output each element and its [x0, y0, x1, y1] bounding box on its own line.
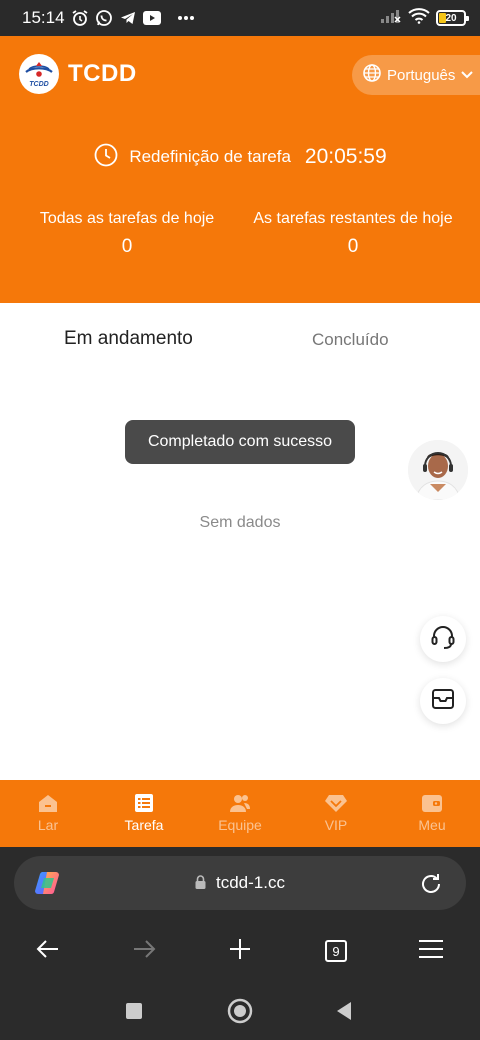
bottom-tab-bar: Lar Tarefa Equipe VIP Meu	[0, 780, 480, 847]
empty-state: Sem dados	[199, 514, 281, 531]
nav-label: Lar	[37, 817, 59, 833]
nav-label: Meu	[418, 817, 446, 833]
task-reset-row: Redefinição de tarefa 20:05:59	[0, 142, 480, 172]
inbox-icon	[430, 686, 456, 716]
wifi-icon	[408, 8, 430, 28]
tab-completed[interactable]: Concluído	[312, 330, 389, 350]
nav-vip[interactable]: VIP	[288, 780, 384, 847]
stat-label: Todas as tarefas de hoje	[39, 210, 215, 227]
url-text: tcdd-1.cc	[216, 873, 285, 892]
messages-button[interactable]	[420, 678, 466, 724]
triangle-back-icon	[335, 1001, 353, 1025]
success-toast: Completado com sucesso	[125, 420, 355, 464]
arrow-left-icon	[36, 939, 60, 963]
task-list-icon	[134, 793, 154, 817]
globe-icon	[362, 63, 382, 87]
reset-countdown: 20:05:59	[304, 145, 387, 168]
task-header: TCDD TCDD Português Redefinição de taref…	[0, 36, 480, 303]
chevron-down-icon	[460, 67, 474, 84]
stat-remaining-tasks: As tarefas restantes de hoje 0	[252, 210, 454, 258]
more-icon	[177, 15, 195, 21]
alarm-icon	[71, 9, 89, 27]
nav-label: VIP	[324, 817, 348, 833]
system-navigation	[0, 995, 480, 1031]
tcdd-logo: TCDD	[19, 54, 59, 94]
browser-chrome: tcdd-1.cc 9	[0, 847, 480, 1040]
forward-button[interactable]	[126, 933, 162, 969]
battery-level: 20	[445, 12, 457, 24]
url-display: tcdd-1.cc	[14, 873, 466, 894]
nav-team[interactable]: Equipe	[192, 780, 288, 847]
reset-label: Redefinição de tarefa	[129, 147, 291, 166]
recents-button[interactable]	[116, 995, 152, 1031]
telegram-icon	[119, 9, 137, 27]
language-label: Português	[387, 66, 456, 84]
team-icon	[229, 793, 251, 817]
nav-label: Equipe	[218, 817, 262, 833]
system-back-button[interactable]	[326, 995, 362, 1031]
nav-home[interactable]: Lar	[0, 780, 96, 847]
stat-value: 0	[347, 236, 359, 257]
nav-me[interactable]: Meu	[384, 780, 480, 847]
plus-icon	[228, 937, 252, 965]
youtube-icon	[142, 11, 161, 25]
wallet-icon	[421, 793, 443, 817]
customer-support-button[interactable]	[420, 616, 466, 662]
language-selector[interactable]: Português	[352, 55, 480, 95]
stat-label: As tarefas restantes de hoje	[253, 210, 453, 227]
nav-label: Tarefa	[124, 817, 164, 833]
status-bar: 15:14 20	[0, 0, 480, 36]
signal-icon	[380, 8, 402, 28]
browser-toolbar: 9	[0, 933, 480, 969]
brand: TCDD TCDD	[19, 54, 137, 94]
tab-in-progress[interactable]: Em andamento	[64, 328, 193, 350]
home-icon	[37, 793, 59, 817]
brand-name: TCDD	[68, 60, 137, 87]
home-button[interactable]	[222, 995, 258, 1031]
stat-total-tasks: Todas as tarefas de hoje 0	[37, 210, 217, 258]
hamburger-icon	[418, 939, 444, 963]
lock-icon	[195, 874, 206, 894]
diamond-icon	[324, 793, 348, 817]
new-tab-button[interactable]	[222, 933, 258, 969]
headset-icon	[429, 623, 457, 655]
menu-button[interactable]	[413, 933, 449, 969]
logo-text: TCDD	[29, 81, 48, 88]
arrow-right-icon	[132, 939, 156, 963]
battery-icon: 20	[436, 10, 469, 26]
address-bar[interactable]: tcdd-1.cc	[14, 856, 466, 910]
stat-value: 0	[121, 236, 133, 257]
nav-task[interactable]: Tarefa	[96, 780, 192, 847]
status-time: 15:14	[22, 8, 65, 27]
clock-icon	[93, 142, 119, 172]
reload-icon[interactable]	[418, 871, 444, 901]
tabs-button[interactable]: 9	[318, 933, 354, 969]
support-agent-avatar[interactable]	[408, 440, 468, 500]
circle-icon	[227, 998, 253, 1028]
back-button[interactable]	[30, 933, 66, 969]
square-icon	[125, 1002, 143, 1024]
tab-count: 9	[325, 940, 347, 962]
whatsapp-icon	[95, 9, 113, 27]
